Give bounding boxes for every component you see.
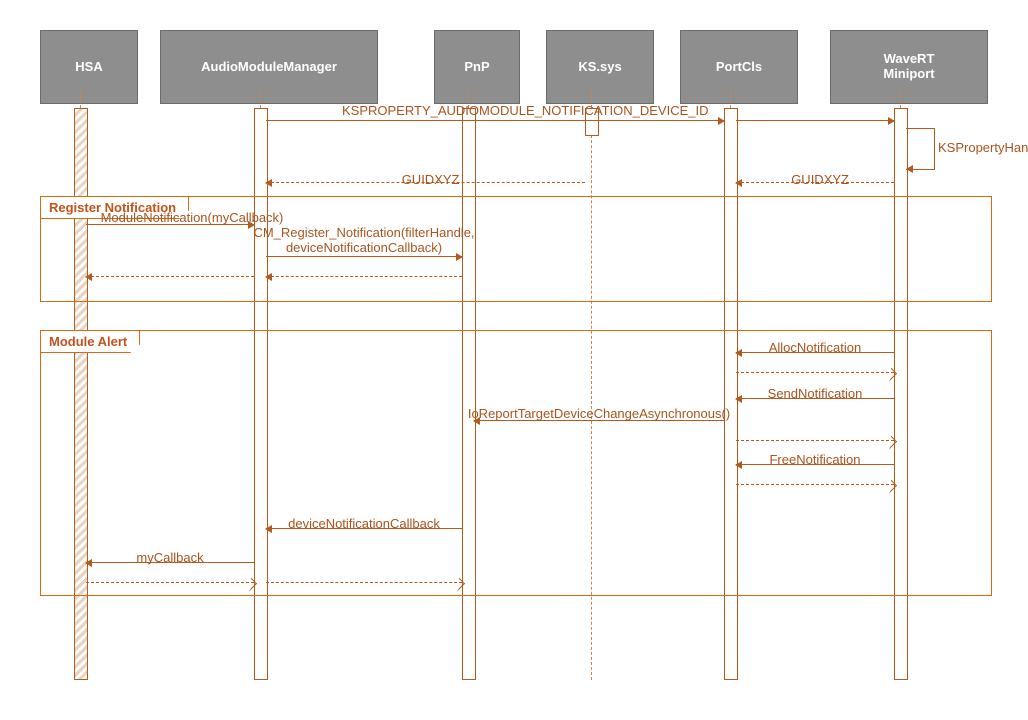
arrow-19 xyxy=(266,582,462,583)
msg-label: KSPropertyHandle xyxy=(938,140,1028,155)
self-msg-2 xyxy=(906,128,935,170)
msg-label: GUIDXYZ xyxy=(402,172,450,187)
arrow-10 xyxy=(736,372,894,373)
arrow-7 xyxy=(266,276,462,277)
arrow-0 xyxy=(266,120,724,121)
msg-label: AllocNotification xyxy=(757,340,873,355)
arrow-8 xyxy=(86,276,254,277)
arrow-6 xyxy=(266,256,462,257)
msg-label: KSPROPERTY_AUDIOMODULE_NOTIFICATION_DEVI… xyxy=(342,103,648,118)
msg-label: ModuleNotification(myCallback) xyxy=(90,210,294,225)
msg-label: GUIDXYZ xyxy=(791,172,839,187)
actor-portcls: PortCls xyxy=(680,30,798,104)
arrow-15 xyxy=(736,484,894,485)
msg-label: myCallback xyxy=(136,550,204,565)
msg-label: IoReportTargetDeviceChangeAsynchronous() xyxy=(463,406,735,421)
actor-ks: KS.sys xyxy=(546,30,654,104)
msg-label: CM_Register_Notification(filterHandle,de… xyxy=(204,225,524,255)
msg-label: deviceNotificationCallback xyxy=(276,516,453,531)
frame-label: Module Alert xyxy=(41,331,140,353)
arrow-1 xyxy=(736,120,894,121)
msg-label: SendNotification xyxy=(761,386,870,401)
actor-wavert: WaveRTMiniport xyxy=(830,30,988,104)
arrow-13 xyxy=(736,440,894,441)
arrow-18 xyxy=(86,582,254,583)
msg-label: FreeNotification xyxy=(761,452,870,467)
actor-amm: AudioModuleManager xyxy=(160,30,378,104)
actor-hsa: HSA xyxy=(40,30,138,104)
actor-pnp: PnP xyxy=(434,30,520,104)
